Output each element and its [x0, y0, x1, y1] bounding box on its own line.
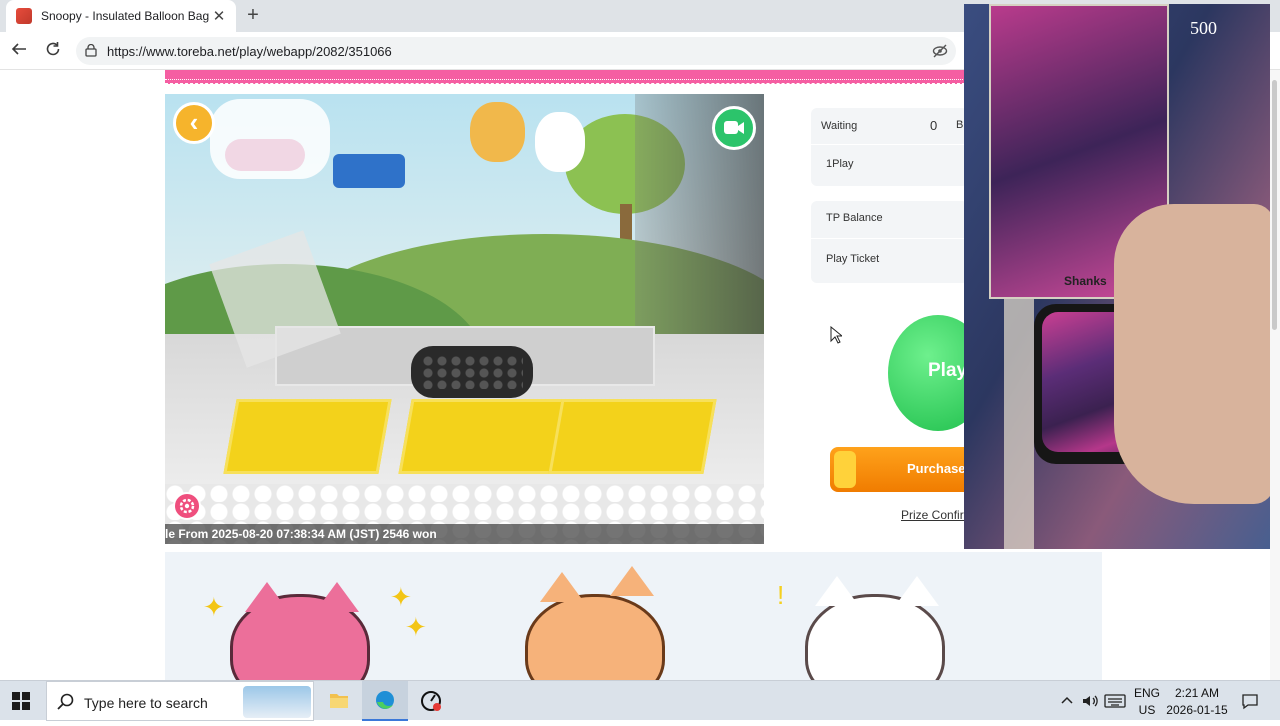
search-highlight-art: [243, 686, 311, 718]
video-claw-logo: [225, 139, 305, 171]
taskbar-search-box[interactable]: Type here to search: [46, 681, 314, 721]
url-text[interactable]: https://www.toreba.net/play/webapp/2082/…: [107, 44, 392, 59]
site-favicon-icon: [16, 8, 32, 24]
video-cat-figure: [535, 112, 585, 172]
card-number: 500: [1190, 18, 1217, 38]
cat-ear: [245, 582, 289, 612]
edge-browser-icon: [376, 691, 394, 709]
speaker-icon[interactable]: [1081, 692, 1099, 710]
taskbar-file-explorer[interactable]: [316, 681, 362, 721]
scrollbar-thumb[interactable]: [1272, 80, 1277, 330]
input-language[interactable]: ENG: [1134, 686, 1160, 700]
taskbar-edge-browser[interactable]: [362, 681, 408, 721]
video-prize-pad: [411, 346, 533, 398]
chevron-up-icon[interactable]: [1058, 692, 1076, 710]
overlay-hand: [1114, 204, 1270, 504]
sparkle-icon: ✦: [405, 612, 427, 642]
panel-divider: [811, 144, 968, 145]
camera-switch-button[interactable]: [712, 106, 756, 150]
new-tab-button[interactable]: +: [241, 4, 265, 28]
windows-taskbar: Type here to search ENG US 2:21 AM 2026-…: [0, 680, 1280, 721]
reload-button[interactable]: [42, 40, 64, 62]
card-name: Shanks: [1064, 274, 1107, 288]
queue-info-box: Waiting 0 B 1Play: [811, 108, 968, 186]
camera-overlay: 500 Shanks: [964, 4, 1270, 549]
tracking-prevention-icon[interactable]: [932, 43, 948, 59]
video-yellow-tray: [223, 399, 392, 474]
video-settings-button[interactable]: [173, 492, 201, 520]
clock-date[interactable]: 2026-01-15: [1166, 703, 1228, 717]
balance-info-box: TP Balance Play Ticket: [811, 201, 968, 283]
one-play-label: 1Play: [826, 158, 854, 170]
mouse-pointer-icon: [830, 326, 842, 344]
back-arrow-button[interactable]: ‹: [173, 102, 215, 144]
play-control-panel: Waiting 0 B 1Play TP Balance Play Ticket…: [793, 94, 988, 544]
clock-time[interactable]: 2:21 AM: [1166, 686, 1228, 700]
prize-confirm-link[interactable]: Prize Confirm: [901, 508, 974, 522]
waiting-count: 0: [930, 118, 938, 133]
video-camera-icon: [724, 121, 744, 134]
address-bar[interactable]: https://www.toreba.net/play/webapp/2082/…: [76, 37, 956, 65]
lock-icon[interactable]: [85, 44, 97, 57]
panel-divider: [811, 238, 968, 239]
waiting-extra: B: [956, 119, 964, 131]
taskbar-recording-app[interactable]: [408, 681, 454, 721]
reload-icon: [46, 42, 60, 56]
notifications-icon[interactable]: [1241, 692, 1259, 710]
video-yellow-tray: [548, 399, 717, 474]
cat-ear: [315, 582, 359, 612]
cat-ear: [610, 566, 654, 596]
page-header-band: [165, 70, 965, 84]
gear-icon: [179, 498, 195, 514]
search-placeholder: Type here to search: [84, 695, 208, 711]
cat-ear: [540, 572, 584, 602]
tab-title: Snoopy - Insulated Balloon Bag S: [41, 9, 210, 23]
white-cat-illustration: [805, 594, 945, 680]
recorder-icon: [421, 691, 441, 711]
search-icon: [57, 693, 74, 710]
back-button[interactable]: [8, 40, 30, 62]
windows-start-icon[interactable]: [12, 692, 30, 710]
keyboard-icon[interactable]: [1104, 692, 1126, 710]
cat-banner: ✦ ✦ ✦ !: [165, 552, 1102, 680]
back-arrow-icon: [11, 43, 26, 55]
purchase-button[interactable]: Purchase: [830, 447, 980, 492]
video-caption: le From 2025-08-20 07:38:34 AM (JST) 254…: [165, 524, 764, 544]
browser-tab[interactable]: Snoopy - Insulated Balloon Bag S ✕: [6, 0, 236, 32]
tab-close-icon[interactable]: ✕: [210, 7, 228, 25]
sparkle-icon: ✦: [390, 582, 412, 612]
video-cat-figure: [470, 102, 525, 162]
cat-ear: [895, 576, 939, 606]
waiting-label: Waiting: [821, 120, 858, 132]
video-yellow-tray: [398, 399, 567, 474]
input-region[interactable]: US: [1134, 703, 1160, 717]
page-scrollbar[interactable]: [1270, 70, 1280, 680]
orange-cat-illustration: [525, 594, 665, 680]
live-game-video: ‹ le From 2025-08-20 07:38:34 AM (JST) 2…: [165, 94, 764, 544]
play-ticket-label: Play Ticket: [826, 253, 880, 265]
folder-icon: [330, 694, 348, 708]
sparkle-icon: ✦: [203, 592, 225, 622]
exclamation-icon: !: [777, 580, 785, 610]
tp-balance-label: TP Balance: [826, 212, 883, 224]
video-blue-box: [333, 154, 405, 188]
cat-ear: [815, 576, 859, 606]
